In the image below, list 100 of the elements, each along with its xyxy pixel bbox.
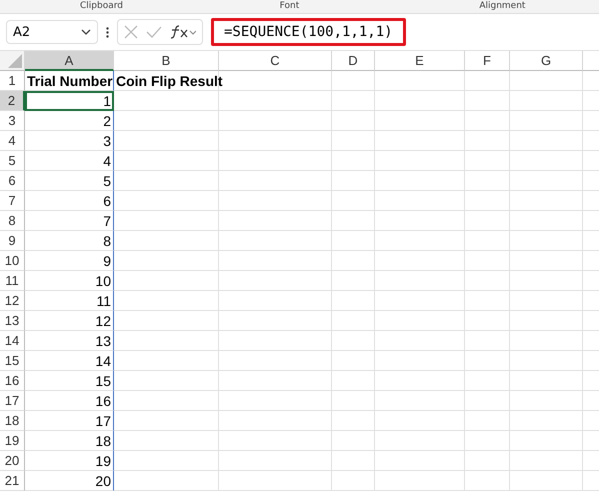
table-cell[interactable] — [114, 171, 219, 191]
table-cell[interactable]: 14 — [25, 351, 114, 371]
table-cell[interactable] — [332, 431, 375, 451]
table-cell[interactable]: 3 — [25, 131, 114, 151]
table-cell[interactable]: 16 — [25, 391, 114, 411]
table-cell[interactable] — [375, 431, 465, 451]
row-header[interactable]: 20 — [0, 451, 25, 471]
row-header[interactable]: 14 — [0, 331, 25, 351]
table-cell[interactable] — [465, 91, 510, 111]
close-icon[interactable] — [124, 25, 138, 39]
table-cell[interactable] — [510, 171, 583, 191]
row-header[interactable]: 13 — [0, 311, 25, 331]
table-cell[interactable] — [332, 251, 375, 271]
table-cell[interactable] — [375, 311, 465, 331]
select-all-corner[interactable] — [0, 51, 25, 71]
row-header[interactable]: 17 — [0, 391, 25, 411]
table-cell[interactable] — [510, 151, 583, 171]
column-header[interactable]: D — [332, 51, 375, 71]
table-cell[interactable] — [375, 251, 465, 271]
table-cell[interactable] — [375, 171, 465, 191]
table-cell[interactable] — [114, 311, 219, 331]
table-cell[interactable] — [375, 231, 465, 251]
table-cell[interactable] — [375, 351, 465, 371]
table-cell[interactable] — [465, 131, 510, 151]
table-cell[interactable] — [114, 331, 219, 351]
row-header[interactable]: 3 — [0, 111, 25, 131]
table-cell[interactable] — [510, 271, 583, 291]
table-cell[interactable] — [219, 331, 332, 351]
table-cell[interactable] — [332, 311, 375, 331]
column-header[interactable]: C — [219, 51, 332, 71]
table-cell[interactable] — [465, 371, 510, 391]
table-cell[interactable] — [219, 431, 332, 451]
row-header[interactable]: 4 — [0, 131, 25, 151]
row-header[interactable]: 8 — [0, 211, 25, 231]
table-cell[interactable]: 11 — [25, 291, 114, 311]
row-header[interactable]: 9 — [0, 231, 25, 251]
table-cell[interactable] — [465, 291, 510, 311]
column-header[interactable]: E — [375, 51, 465, 71]
formula-input[interactable]: =SEQUENCE(100,1,1,1) — [211, 18, 406, 46]
table-cell[interactable] — [114, 431, 219, 451]
table-cell[interactable] — [332, 71, 375, 91]
table-cell[interactable] — [510, 251, 583, 271]
table-cell[interactable] — [510, 111, 583, 131]
table-cell[interactable] — [510, 71, 583, 91]
table-cell[interactable] — [332, 191, 375, 211]
table-cell[interactable] — [465, 391, 510, 411]
table-cell[interactable] — [375, 371, 465, 391]
table-cell[interactable] — [510, 451, 583, 471]
table-cell[interactable]: 8 — [25, 231, 114, 251]
column-header[interactable]: A — [25, 51, 114, 71]
function-icon[interactable] — [170, 25, 196, 39]
table-cell[interactable]: 18 — [25, 431, 114, 451]
table-cell[interactable] — [510, 371, 583, 391]
table-cell[interactable] — [465, 331, 510, 351]
row-header[interactable]: 18 — [0, 411, 25, 431]
table-cell[interactable] — [332, 371, 375, 391]
table-cell[interactable] — [465, 151, 510, 171]
table-cell[interactable] — [332, 291, 375, 311]
table-cell[interactable] — [375, 151, 465, 171]
table-cell[interactable] — [375, 191, 465, 211]
table-cell[interactable] — [375, 91, 465, 111]
table-cell[interactable] — [465, 311, 510, 331]
table-cell[interactable] — [114, 411, 219, 431]
row-header[interactable]: 11 — [0, 271, 25, 291]
table-cell[interactable]: 2 — [25, 111, 114, 131]
table-cell[interactable] — [114, 391, 219, 411]
table-cell[interactable] — [332, 331, 375, 351]
row-header[interactable]: 6 — [0, 171, 25, 191]
table-cell[interactable] — [332, 411, 375, 431]
name-box[interactable]: A2 — [6, 20, 98, 44]
row-header[interactable]: 12 — [0, 291, 25, 311]
table-cell[interactable] — [114, 351, 219, 371]
table-cell[interactable] — [332, 471, 375, 491]
table-cell[interactable] — [219, 451, 332, 471]
table-cell[interactable]: 12 — [25, 311, 114, 331]
table-cell[interactable] — [219, 271, 332, 291]
table-cell[interactable]: Trial Number — [25, 71, 114, 91]
table-cell[interactable] — [510, 91, 583, 111]
table-cell[interactable] — [219, 391, 332, 411]
table-cell[interactable] — [510, 211, 583, 231]
table-cell[interactable] — [465, 271, 510, 291]
row-header[interactable]: 15 — [0, 351, 25, 371]
table-cell[interactable] — [114, 291, 219, 311]
table-cell[interactable] — [332, 451, 375, 471]
table-cell[interactable] — [332, 391, 375, 411]
table-cell[interactable] — [332, 111, 375, 131]
row-header[interactable]: 19 — [0, 431, 25, 451]
table-cell[interactable] — [332, 91, 375, 111]
table-cell[interactable] — [375, 291, 465, 311]
table-cell[interactable] — [332, 211, 375, 231]
table-cell[interactable] — [510, 131, 583, 151]
table-cell[interactable] — [219, 411, 332, 431]
table-cell[interactable] — [465, 471, 510, 491]
table-cell[interactable] — [375, 71, 465, 91]
row-header[interactable]: 10 — [0, 251, 25, 271]
table-cell[interactable] — [465, 191, 510, 211]
table-cell[interactable] — [510, 471, 583, 491]
table-cell[interactable]: 9 — [25, 251, 114, 271]
table-cell[interactable] — [510, 391, 583, 411]
table-cell[interactable] — [219, 131, 332, 151]
